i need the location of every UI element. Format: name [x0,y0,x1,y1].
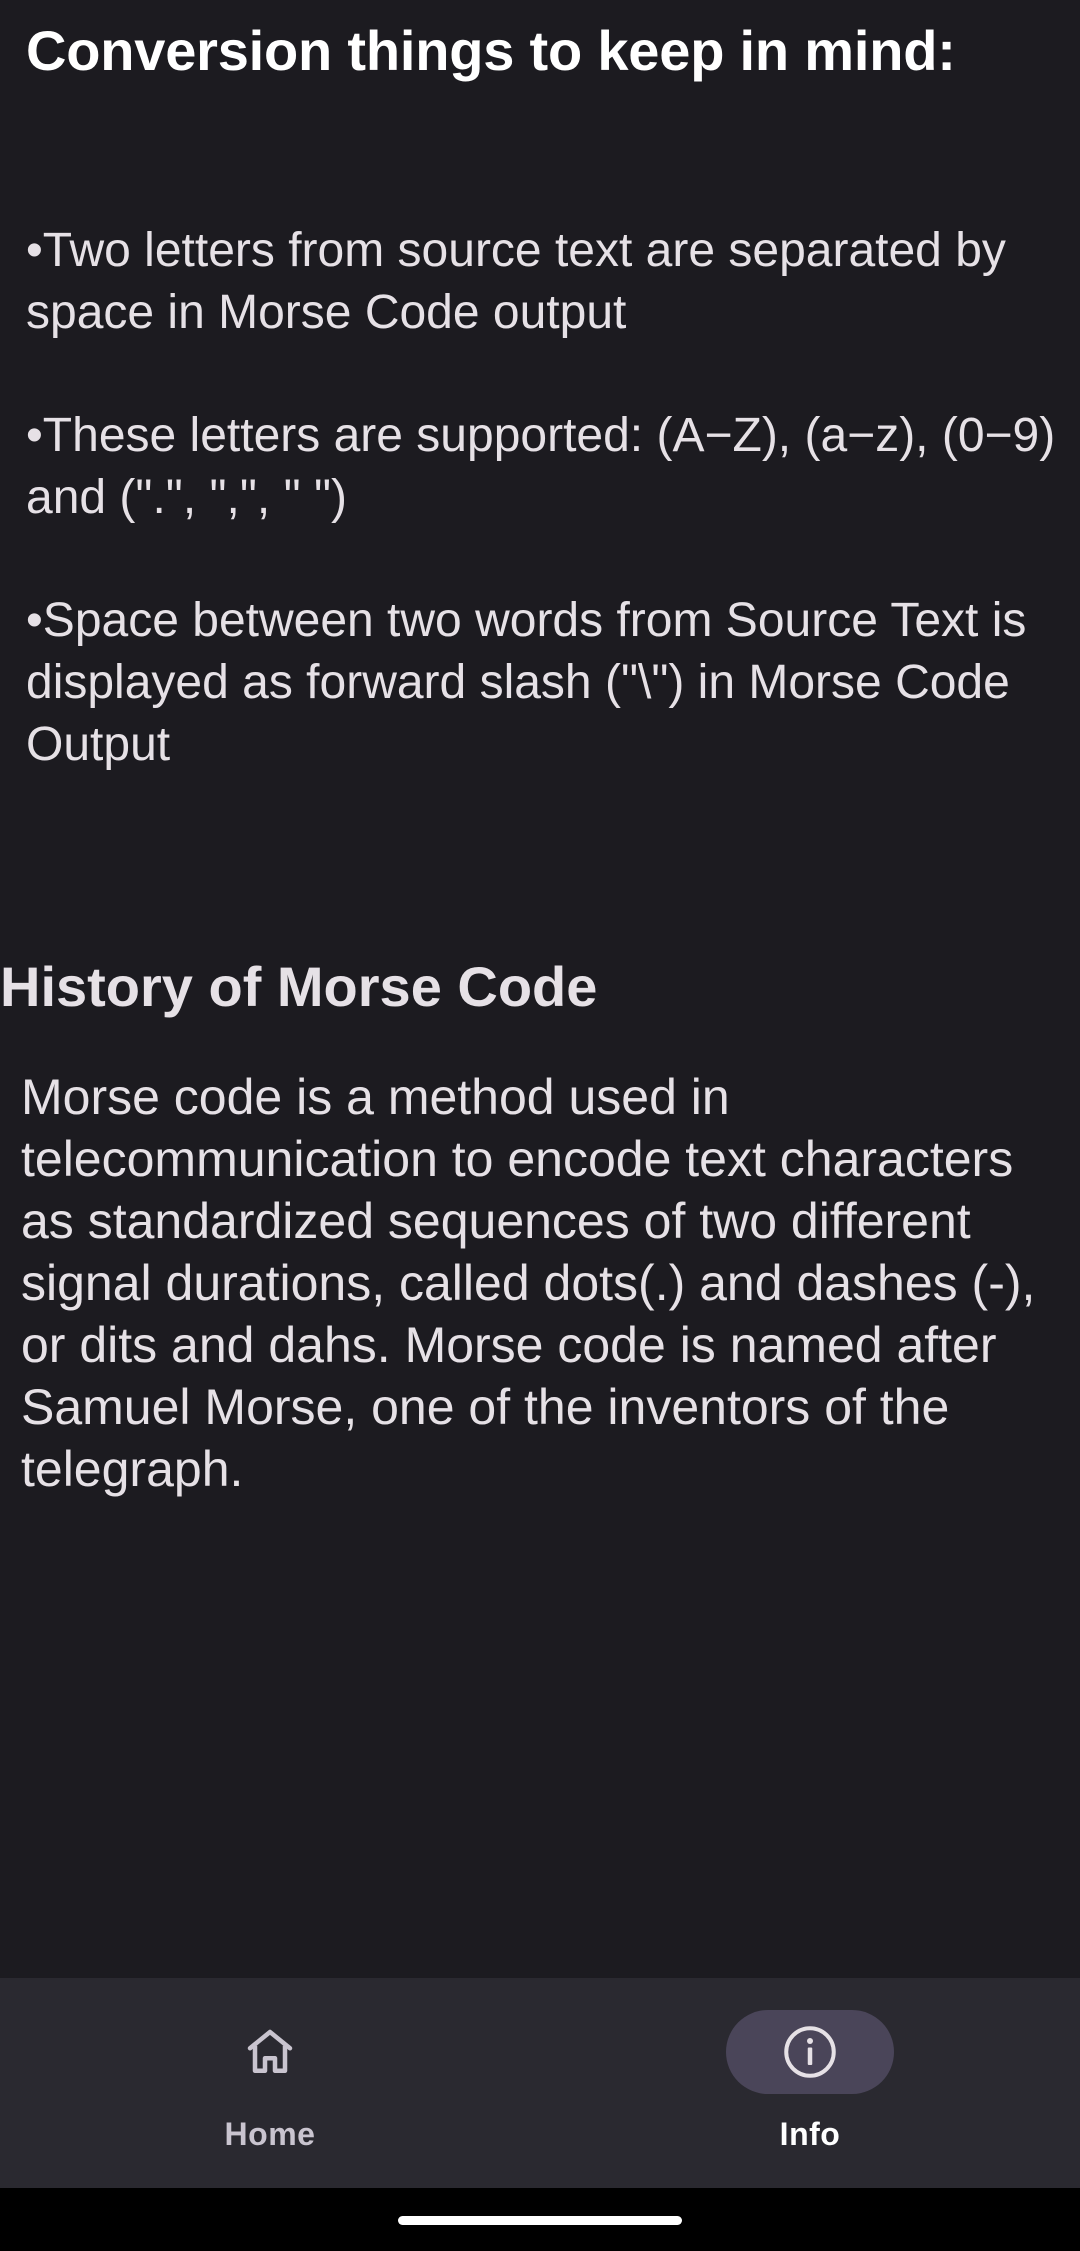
bottom-navigation-bar: Home Info [0,1978,1080,2188]
nav-item-info[interactable]: Info [540,1978,1080,2188]
conversion-title: Conversion things to keep in mind: [26,19,956,82]
home-icon [247,2029,293,2073]
system-gesture-bar [0,2188,1080,2251]
nav-home-indicator [186,2010,354,2094]
conversion-note-word-separator: •Space between two words from Source Tex… [26,594,1027,771]
info-content: Conversion things to keep in mind: •Two … [0,0,1080,1978]
info-screen: Conversion things to keep in mind: •Two … [0,0,1080,2251]
nav-label-home: Home [224,2116,316,2152]
conversion-note-letter-spacing: •Two letters from source text are separa… [26,224,1006,339]
gesture-home-indicator[interactable] [398,2216,682,2225]
history-title: History of Morse Code [0,955,598,1018]
info-icon [784,2026,836,2078]
nav-item-home[interactable]: Home [0,1978,540,2188]
nav-label-info: Info [779,2116,841,2152]
history-body: Morse code is a method used in telecommu… [21,1069,1036,1497]
conversion-note-supported-letters: •These letters are supported: (A−Z), (a−… [26,409,1056,524]
nav-info-selected-pill [726,2010,894,2094]
